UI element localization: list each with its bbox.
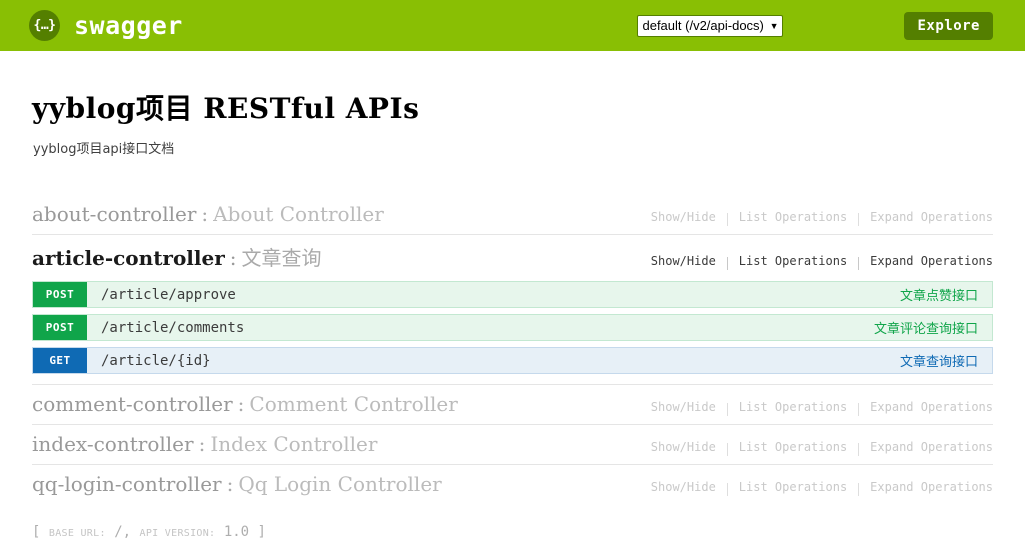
resource-description: About Controller (213, 202, 384, 226)
resource-description: 文章查询 (241, 246, 322, 270)
resource-title[interactable]: comment-controller: Comment Controller (32, 392, 458, 416)
operation-path: /article/{id} (101, 352, 211, 369)
operation-row[interactable]: POST /article/comments 文章评论查询接口 (32, 314, 993, 341)
show-hide-link[interactable]: Show/Hide (651, 210, 716, 224)
resource-name: about-controller (32, 202, 197, 226)
resource-about-controller: about-controller: About Controller Show/H… (32, 195, 993, 235)
resource-title[interactable]: index-controller: Index Controller (32, 432, 377, 456)
api-description: yyblog项目api接口文档 (33, 142, 175, 157)
resource-colon: : (229, 246, 237, 270)
resource-description: Qq Login Controller (238, 472, 442, 496)
resource-comment-controller: comment-controller: Comment Controller Sh… (32, 385, 993, 425)
list-operations-link[interactable]: List Operations (739, 440, 847, 454)
show-hide-link[interactable]: Show/Hide (651, 254, 716, 268)
swagger-logo-text: swagger (74, 11, 183, 40)
chevron-down-icon: ▼ (769, 20, 779, 31)
list-operations-link[interactable]: List Operations (739, 400, 847, 414)
resource-list: about-controller: About Controller Show/H… (32, 195, 993, 504)
api-spec-select-value: default (/v2/api-docs) (642, 18, 764, 33)
option-separator (858, 402, 860, 416)
expand-operations-link[interactable]: Expand Operations (870, 440, 993, 454)
resource-article-controller: article-controller: 文章查询 Show/Hide List O… (32, 235, 993, 385)
resource-header: index-controller: Index Controller Show/H… (32, 425, 993, 464)
footer-open-bracket: [ (32, 524, 41, 540)
expand-operations-link[interactable]: Expand Operations (870, 254, 993, 268)
resource-options: Show/Hide List Operations Expand Operati… (651, 254, 993, 270)
header-controls: default (/v2/api-docs) ▼ Explore (637, 0, 1025, 51)
resource-options: Show/Hide List Operations Expand Operati… (651, 400, 993, 416)
resource-colon: : (201, 202, 209, 226)
footer-comma: , (122, 524, 132, 540)
api-info: yyblog项目 RESTful APIs yyblog项目api接口文档 (32, 87, 993, 157)
resource-header: article-controller: 文章查询 Show/Hide List O… (32, 235, 993, 279)
resource-name: index-controller (32, 432, 194, 456)
top-header-bar: {…} swagger default (/v2/api-docs) ▼ Exp… (0, 0, 1025, 51)
operation-path: /article/comments (101, 319, 245, 336)
swagger-logo-link[interactable]: {…} swagger (29, 10, 183, 41)
footer-close-bracket: ] (257, 524, 266, 540)
operation-summary: 文章评论查询接口 (873, 322, 978, 337)
option-separator (858, 212, 860, 226)
base-url-value: / (114, 524, 123, 540)
operation-path: /article/approve (101, 286, 236, 303)
resource-options: Show/Hide List Operations Expand Operati… (651, 480, 993, 496)
resource-title[interactable]: about-controller: About Controller (32, 202, 384, 226)
resource-title[interactable]: qq-login-controller: Qq Login Controller (32, 472, 442, 496)
expand-operations-link[interactable]: Expand Operations (870, 480, 993, 494)
operation-summary: 文章查询接口 (899, 355, 978, 370)
api-spec-select[interactable]: default (/v2/api-docs) ▼ (637, 14, 784, 37)
show-hide-link[interactable]: Show/Hide (651, 400, 716, 414)
option-separator (858, 442, 860, 456)
option-separator (726, 482, 728, 496)
option-separator (858, 482, 860, 496)
operation-row[interactable]: GET /article/{id} 文章查询接口 (32, 347, 993, 374)
option-separator (858, 256, 860, 270)
main-content: yyblog项目 RESTful APIs yyblog项目api接口文档 ab… (0, 87, 1025, 540)
http-method-badge: POST (33, 282, 87, 307)
http-method-badge: GET (33, 348, 87, 373)
list-operations-link[interactable]: List Operations (739, 480, 847, 494)
option-separator (726, 212, 728, 226)
option-separator (726, 256, 728, 270)
resource-colon: : (226, 472, 234, 496)
api-footer: [ BASE URL: /, API VERSION: 1.0 ] (32, 524, 993, 540)
operation-summary: 文章点赞接口 (899, 289, 978, 304)
resource-name: article-controller (32, 246, 225, 270)
show-hide-link[interactable]: Show/Hide (651, 480, 716, 494)
resource-name: qq-login-controller (32, 472, 222, 496)
api-version-value: 1.0 (223, 524, 250, 540)
resource-colon: : (237, 392, 245, 416)
show-hide-link[interactable]: Show/Hide (651, 440, 716, 454)
swagger-braces-icon: {…} (29, 10, 60, 41)
api-version-label: API VERSION: (139, 528, 216, 539)
expand-operations-link[interactable]: Expand Operations (870, 400, 993, 414)
list-operations-link[interactable]: List Operations (739, 254, 847, 268)
resource-index-controller: index-controller: Index Controller Show/H… (32, 425, 993, 465)
resource-description: Index Controller (210, 432, 378, 456)
base-url-label: BASE URL: (48, 528, 106, 539)
resource-options: Show/Hide List Operations Expand Operati… (651, 440, 993, 456)
page-title: yyblog项目 RESTful APIs (32, 92, 420, 125)
resource-header: comment-controller: Comment Controller Sh… (32, 385, 993, 424)
option-separator (726, 442, 728, 456)
resource-header: about-controller: About Controller Show/H… (32, 195, 993, 234)
resource-title[interactable]: article-controller: 文章查询 (32, 242, 322, 271)
operation-list: POST /article/approve 文章点赞接口 POST /artic… (32, 279, 993, 384)
expand-operations-link[interactable]: Expand Operations (870, 210, 993, 224)
list-operations-link[interactable]: List Operations (739, 210, 847, 224)
http-method-badge: POST (33, 315, 87, 340)
explore-button[interactable]: Explore (904, 11, 993, 40)
option-separator (726, 402, 728, 416)
resource-name: comment-controller (32, 392, 233, 416)
resource-qq-login-controller: qq-login-controller: Qq Login Controller … (32, 465, 993, 504)
resource-header: qq-login-controller: Qq Login Controller … (32, 465, 993, 504)
operation-row[interactable]: POST /article/approve 文章点赞接口 (32, 281, 993, 308)
resource-colon: : (198, 432, 206, 456)
resource-options: Show/Hide List Operations Expand Operati… (651, 210, 993, 226)
resource-description: Comment Controller (249, 392, 458, 416)
